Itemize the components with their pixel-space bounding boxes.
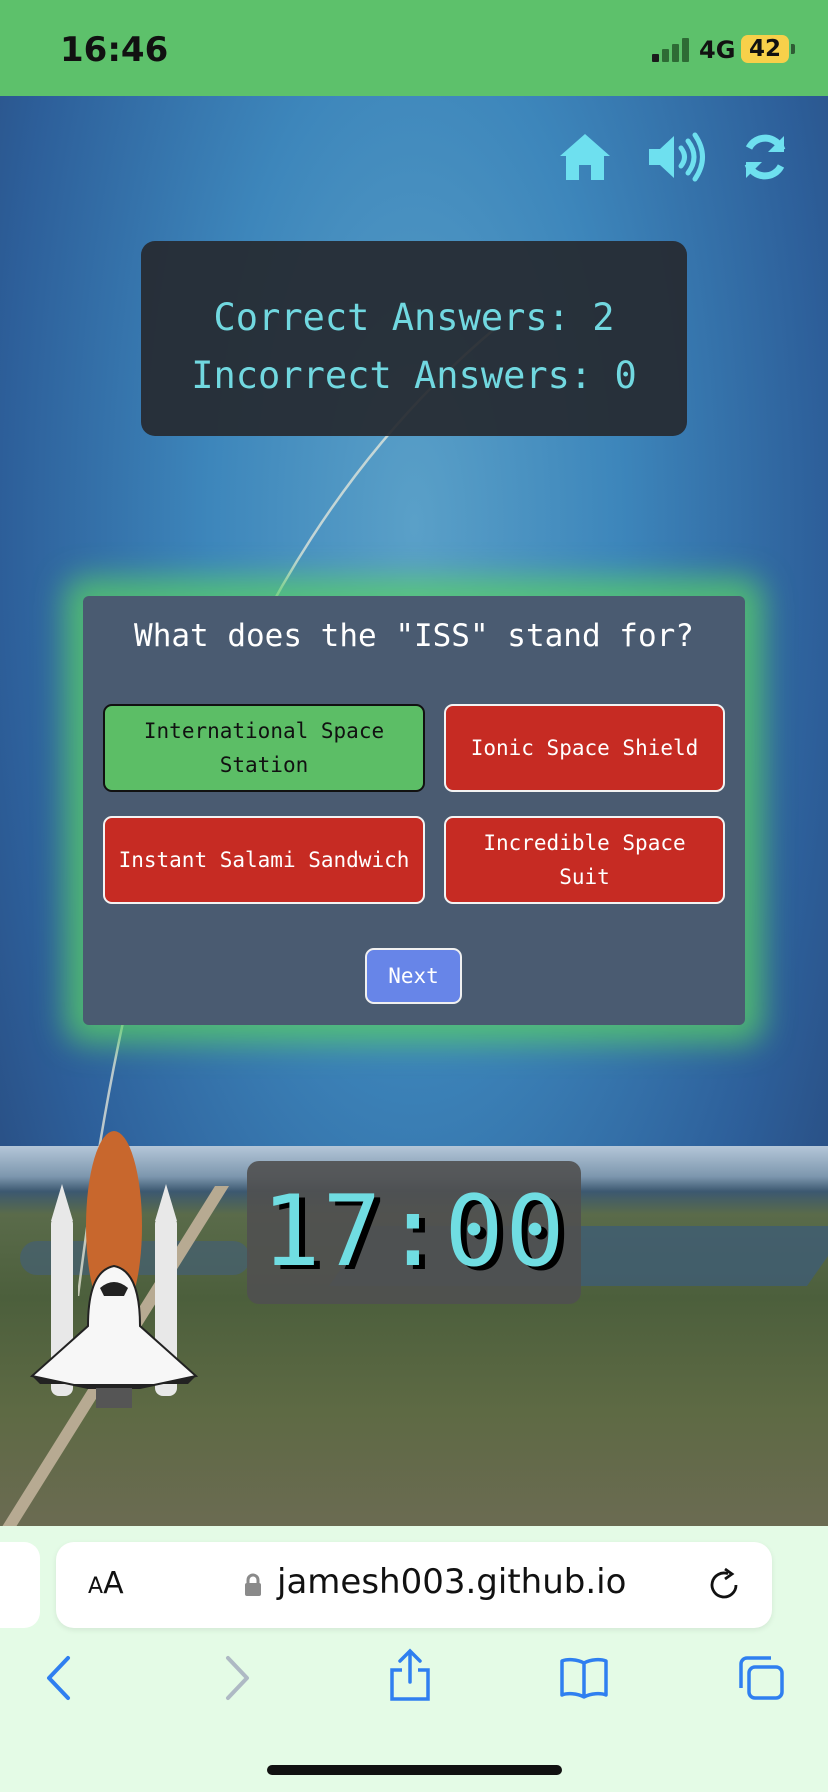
- answer-button-3[interactable]: Instant Salami Sandwich: [103, 816, 425, 904]
- previous-tab-preview[interactable]: [0, 1542, 40, 1628]
- status-time: 16:46: [60, 30, 169, 70]
- answer-button-1[interactable]: International Space Station: [103, 704, 425, 792]
- incorrect-answers-count: Incorrect Answers: 0: [191, 354, 637, 397]
- question-card: What does the "ISS" stand for? Internati…: [83, 596, 745, 1025]
- volume-icon[interactable]: [646, 130, 708, 184]
- score-panel: Correct Answers: 2 Incorrect Answers: 0: [141, 241, 687, 436]
- countdown-timer: 17:00: [261, 1175, 567, 1289]
- signal-icon: [652, 38, 692, 62]
- address-bar[interactable]: AA jamesh003.github.io: [56, 1542, 772, 1628]
- back-icon[interactable]: [44, 1654, 72, 1702]
- correct-answers-count: Correct Answers: 2: [213, 296, 615, 339]
- answer-button-4[interactable]: Incredible Space Suit: [444, 816, 725, 904]
- network-type: 4G: [699, 36, 736, 64]
- question-text: What does the "ISS" stand for?: [134, 618, 694, 654]
- timer-panel: 17:00: [247, 1161, 581, 1304]
- share-icon[interactable]: [388, 1648, 432, 1702]
- space-shuttle-image: [29, 1131, 199, 1408]
- text-size-button[interactable]: AA: [88, 1566, 124, 1601]
- restart-icon[interactable]: [740, 130, 790, 184]
- battery-icon: 42: [741, 35, 789, 63]
- reload-icon[interactable]: [706, 1567, 742, 1603]
- forward-icon[interactable]: [224, 1654, 252, 1702]
- lock-icon: [245, 1573, 261, 1596]
- battery-nub: [791, 44, 795, 54]
- answer-button-2[interactable]: Ionic Space Shield: [444, 704, 725, 792]
- status-bar: 16:46 4G 42: [0, 0, 828, 96]
- home-icon[interactable]: [557, 130, 613, 184]
- next-button[interactable]: Next: [365, 948, 462, 1004]
- tabs-icon[interactable]: [737, 1655, 785, 1701]
- bookmarks-icon[interactable]: [559, 1657, 609, 1699]
- url-text[interactable]: jamesh003.github.io: [277, 1562, 626, 1602]
- home-indicator: [267, 1765, 562, 1775]
